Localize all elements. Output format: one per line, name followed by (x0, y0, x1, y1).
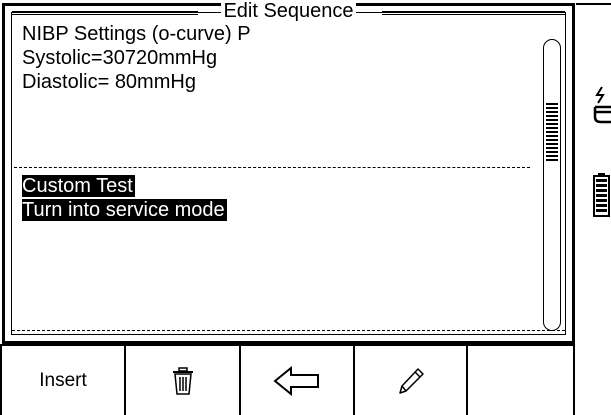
sequence-item-custom-test[interactable]: Custom Test (22, 174, 135, 198)
sequence-item-systolic[interactable]: Systolic=30720mmHg (22, 46, 217, 70)
selected-text-custom-test: Custom Test (22, 175, 135, 197)
delete-button[interactable] (124, 344, 239, 415)
scrollbar-thumb[interactable] (546, 103, 558, 163)
edit-button[interactable] (353, 344, 466, 415)
title-rule-right (382, 11, 565, 15)
battery-icon (593, 173, 610, 217)
softkey-bar: Insert (0, 344, 575, 415)
sequence-item-nibp-settings[interactable]: NIBP Settings (o-curve) P (22, 22, 251, 46)
sequence-item-service-mode[interactable]: Turn into service mode (22, 198, 227, 222)
back-arrow-icon (273, 365, 319, 396)
dialog-title: Edit Sequence (221, 0, 356, 22)
trash-icon (172, 366, 193, 395)
insert-button-label: Insert (39, 369, 87, 391)
status-panel-rule (576, 3, 611, 5)
empty-softkey[interactable] (466, 344, 575, 415)
mains-plug-icon (593, 86, 611, 124)
back-button[interactable] (239, 344, 353, 415)
pencil-icon (398, 367, 424, 394)
bottom-dashed-line (12, 330, 565, 331)
selected-text-service-mode: Turn into service mode (22, 199, 227, 221)
title-rule-left (12, 11, 198, 15)
edit-sequence-dialog: Edit Sequence NIBP Settings (o-curve) P … (2, 0, 575, 344)
insert-button[interactable]: Insert (0, 344, 124, 415)
section-separator (14, 167, 530, 168)
scrollbar[interactable] (543, 39, 561, 331)
sequence-item-diastolic[interactable]: Diastolic= 80mmHg (22, 70, 196, 94)
status-panel (576, 0, 611, 415)
dialog-inner-frame: Edit Sequence NIBP Settings (o-curve) P … (11, 0, 566, 335)
